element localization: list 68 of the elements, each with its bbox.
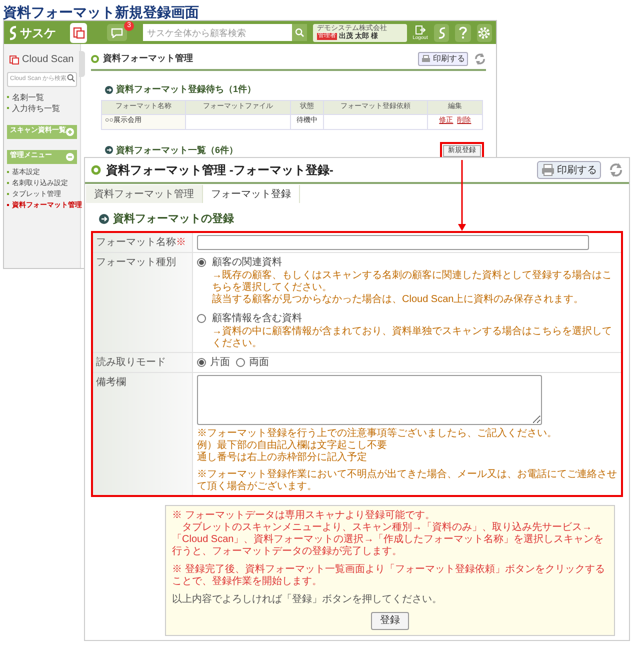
settings-button[interactable] bbox=[476, 24, 492, 42]
expand-icon bbox=[66, 128, 74, 136]
breadcrumb-item[interactable]: 資料フォーマット管理 bbox=[86, 185, 203, 203]
field-label: フォーマット種別 bbox=[96, 256, 176, 268]
notice-text: ※ フォーマットデータは専用スキャナより登録可能です。 bbox=[172, 510, 436, 522]
subsection-title: 資料フォーマット登録待ち（1件） bbox=[116, 83, 256, 96]
printer-icon bbox=[541, 164, 555, 176]
field-label: 読み取りモード bbox=[96, 356, 166, 368]
refresh-icon bbox=[609, 163, 623, 177]
radio-label: 両面 bbox=[249, 356, 269, 370]
help-icon bbox=[458, 26, 467, 39]
printer-icon bbox=[421, 55, 431, 63]
notice-text: 以上内容でよろしければ「登録」ボタンを押してください。 bbox=[172, 594, 443, 606]
help-text: ※フォーマット登録を行う上での注意事項等ございましたら、ご記入ください。 bbox=[197, 428, 558, 440]
print-button[interactable]: 印刷する bbox=[418, 52, 468, 66]
search-button[interactable] bbox=[291, 24, 308, 41]
print-button[interactable]: 印刷する bbox=[537, 161, 601, 179]
app-logo-button[interactable] bbox=[434, 24, 450, 42]
radio-label: 顧客情報を含む資料 bbox=[212, 312, 302, 326]
sidebar-link[interactable]: 入力待ち一覧 bbox=[12, 102, 60, 114]
bullet-icon bbox=[91, 55, 99, 63]
radio-label: 顧客の関連資料 bbox=[212, 256, 282, 270]
section-title: 資料フォーマット管理 bbox=[103, 52, 193, 66]
panel-title: 資料フォーマット管理 -フォーマット登録- bbox=[106, 162, 334, 179]
section-heading: 資料フォーマットの登録 bbox=[113, 212, 234, 227]
s-logo-icon bbox=[438, 26, 446, 38]
arrow-circle-icon bbox=[105, 86, 113, 94]
subsection-title: 資料フォーマット一覧（6件） bbox=[116, 144, 238, 157]
logo-icon bbox=[8, 24, 18, 40]
submit-button[interactable]: 登録 bbox=[371, 612, 409, 630]
help-text: 例）最下部の自由記入欄は文字起こし不要 bbox=[197, 440, 388, 452]
field-label: 備考欄 bbox=[96, 376, 126, 388]
notice-text: タブレットのスキャンメニューより、スキャン種別→「資料のみ」、取り込み先サービス→「Cloud Scan」、資料フォーマットの選択→「作成したフォーマット名称」を選択しスキャンを行うと、フォーマットデータの登録が完了します。 bbox=[172, 522, 605, 558]
page-title: 資料フォーマット新規登録画面 bbox=[3, 3, 199, 22]
help-text: →既存の顧客、もしくはスキャンする名刺の顧客に関連した資料として登録する場合はこちらを選択してください。 bbox=[212, 270, 613, 294]
collapse-icon bbox=[66, 152, 74, 160]
radio-button[interactable] bbox=[197, 314, 206, 322]
help-button[interactable] bbox=[455, 24, 471, 42]
help-text: 通し番号は右上の赤枠部分に記入予定 bbox=[197, 452, 368, 464]
documents-icon bbox=[9, 54, 19, 64]
settings-icon bbox=[478, 26, 490, 38]
scan-app-button[interactable] bbox=[70, 22, 88, 42]
search-icon bbox=[67, 74, 75, 82]
logo-text: サスケ bbox=[20, 24, 56, 42]
sidebar-collapse-handle[interactable] bbox=[79, 51, 85, 77]
notice-text: ※ 登録完了後、資料フォーマット一覧画面より「フォーマット登録依頼」ボタンをクリックすることで、登録作業を開始します。 bbox=[172, 564, 606, 588]
arrow-circle-icon bbox=[99, 214, 109, 224]
radio-button[interactable] bbox=[197, 358, 206, 366]
help-text: ※フォーマット登録作業において不明点が出てきた場合、メール又は、お電話にてご連絡させて頂く場合がございます。 bbox=[197, 468, 617, 492]
help-text: →資料の中に顧客情報が含まれており、資料単独でスキャンする場合はこちらを選択してください。 bbox=[212, 326, 613, 350]
arrow-circle-icon bbox=[105, 146, 113, 154]
search-field[interactable]: サスケ全体から顧客検索 bbox=[143, 24, 292, 41]
radio-button[interactable] bbox=[236, 358, 245, 366]
radio-label: 片面 bbox=[210, 356, 230, 370]
chat-icon bbox=[111, 28, 124, 38]
sidebar-title: Cloud Scan bbox=[22, 53, 74, 67]
sidebar-link[interactable]: 名刺一覧 bbox=[12, 92, 44, 102]
documents-icon bbox=[72, 26, 85, 38]
text-input-field[interactable] bbox=[197, 234, 589, 250]
search-icon bbox=[295, 28, 304, 37]
field-label: フォーマット名称※ bbox=[96, 236, 186, 248]
refresh-icon bbox=[474, 53, 486, 65]
logout-icon bbox=[414, 24, 426, 34]
help-text: 該当する顧客が見つからなかった場合は、Cloud Scan上に資料のみ保存されます。 bbox=[212, 294, 585, 306]
radio-button[interactable] bbox=[197, 258, 206, 266]
message-button[interactable] bbox=[107, 24, 128, 41]
notes-textarea[interactable] bbox=[197, 374, 542, 424]
bullet-icon bbox=[91, 165, 101, 175]
